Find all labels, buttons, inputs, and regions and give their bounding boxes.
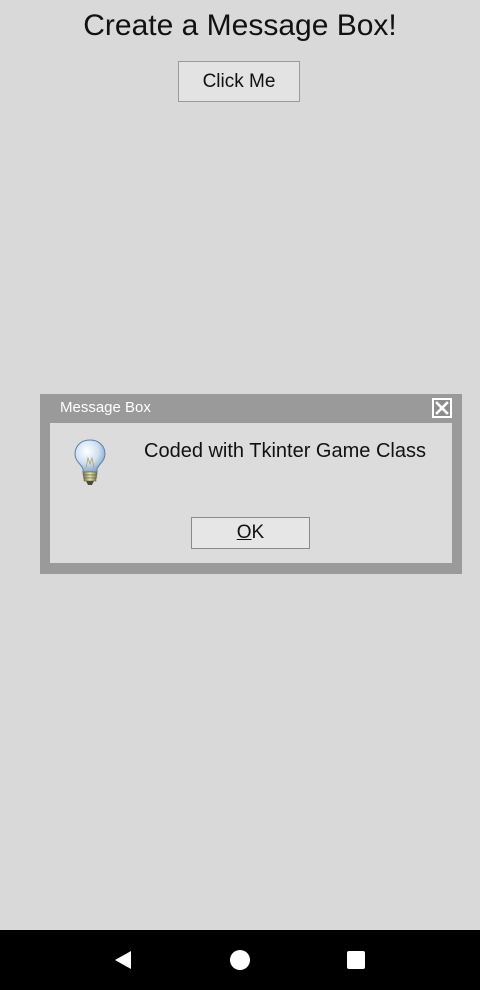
dialog-titlebar[interactable]: Message Box [40, 394, 462, 422]
home-button[interactable] [210, 930, 270, 990]
back-button[interactable] [93, 930, 153, 990]
recents-button[interactable] [326, 930, 386, 990]
message-box-dialog: Message Box Coded with Tkinter Game Clas… [40, 394, 462, 574]
android-navigation-bar [0, 930, 480, 990]
dialog-body: Coded with Tkinter Game Class OK [50, 423, 452, 563]
click-me-button[interactable]: Click Me [178, 61, 300, 102]
close-icon [435, 401, 449, 415]
dialog-title: Message Box [60, 399, 151, 416]
page-title: Create a Message Box! [83, 9, 397, 42]
dialog-message: Coded with Tkinter Game Class [144, 440, 426, 462]
ok-button[interactable]: OK [191, 517, 310, 549]
ok-mnemonic: O [236, 522, 252, 543]
back-triangle-icon [115, 951, 131, 969]
recents-square-icon [347, 951, 365, 969]
ok-label: K [251, 522, 265, 543]
lightbulb-icon [74, 439, 106, 485]
close-button[interactable] [432, 398, 452, 418]
home-circle-icon [230, 950, 250, 970]
